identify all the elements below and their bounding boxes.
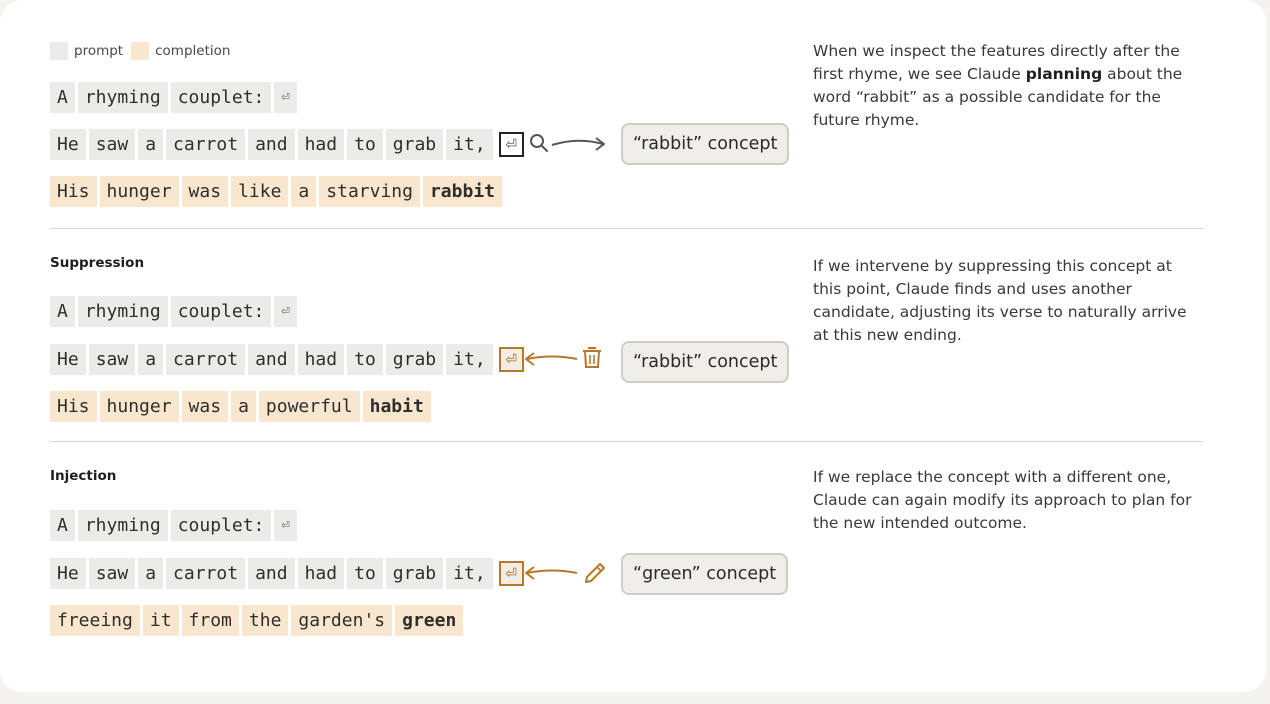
- newline-token: ⏎: [274, 82, 297, 113]
- completion-token: like: [231, 176, 289, 207]
- diagram-card: prompt completion A rhyming couplet: ⏎ H…: [0, 0, 1266, 692]
- prompt-token: it,: [446, 129, 493, 160]
- prompt-token: saw: [88, 558, 136, 589]
- completion-token: hunger: [99, 391, 179, 422]
- concept-node: “rabbit” concept: [621, 123, 790, 165]
- prompt-line-1: A rhyming couplet: ⏎: [50, 296, 300, 327]
- completion-token: powerful: [258, 391, 360, 422]
- completion-token: it: [142, 605, 179, 636]
- completion-line: His hunger was a powerful habit: [50, 391, 434, 422]
- pencil-icon: [585, 563, 605, 583]
- description-planning: When we inspect the features directly af…: [813, 40, 1203, 132]
- prompt-token: it,: [446, 558, 493, 589]
- desc-bold: planning: [1025, 65, 1103, 83]
- completion-token: His: [50, 176, 97, 207]
- newline-token: ⏎: [274, 296, 297, 327]
- prompt-token: carrot: [166, 129, 246, 160]
- prompt-token: carrot: [166, 558, 246, 589]
- legend: prompt completion: [50, 42, 238, 60]
- completion-line: freeing it from the garden's green: [50, 605, 466, 636]
- suppress-arrow: [525, 347, 601, 368]
- prompt-token: He: [50, 344, 86, 375]
- prompt-token: to: [347, 129, 383, 160]
- prompt-token: to: [347, 558, 383, 589]
- prompt-token: a: [138, 558, 164, 589]
- description-injection: If we replace the concept with a differe…: [813, 468, 1192, 532]
- prompt-token: rhyming: [77, 296, 168, 327]
- completion-token: from: [181, 605, 239, 636]
- completion-token: was: [181, 391, 229, 422]
- trash-icon: [583, 347, 601, 368]
- completion-token: was: [181, 176, 229, 207]
- rhyme-token: rabbit: [422, 176, 502, 207]
- prompt-token: had: [297, 129, 345, 160]
- prompt-token: and: [248, 344, 295, 375]
- inspect-arrow: [530, 134, 605, 152]
- concept-node: “rabbit” concept: [621, 341, 790, 383]
- completion-token: hunger: [99, 176, 179, 207]
- completion-token: starving: [319, 176, 420, 207]
- legend-prompt-label: prompt: [74, 43, 124, 59]
- section-divider: [50, 228, 1203, 229]
- prompt-token: couplet:: [170, 296, 272, 327]
- inject-arrow: [525, 563, 605, 583]
- completion-token: garden's: [291, 605, 393, 636]
- section-divider: [50, 441, 1203, 442]
- prompt-token: A: [50, 296, 75, 327]
- rhyme-token: green: [395, 605, 464, 636]
- prompt-token: A: [50, 510, 75, 541]
- completion-token: a: [291, 176, 317, 207]
- prompt-token: and: [248, 129, 295, 160]
- prompt-token: carrot: [166, 344, 246, 375]
- rhyme-token: habit: [362, 391, 431, 422]
- completion-token: the: [241, 605, 289, 636]
- prompt-token: had: [297, 558, 345, 589]
- prompt-token: grab: [385, 558, 444, 589]
- prompt-token: it,: [446, 344, 493, 375]
- prompt-token: saw: [88, 344, 136, 375]
- prompt-token: a: [138, 129, 164, 160]
- description-suppression: If we intervene by suppressing this conc…: [813, 257, 1187, 344]
- prompt-token: couplet:: [170, 510, 272, 541]
- completion-token: His: [50, 391, 97, 422]
- prompt-token: rhyming: [77, 82, 168, 113]
- prompt-token: grab: [385, 344, 444, 375]
- completion-swatch: [131, 42, 150, 60]
- prompt-token: rhyming: [77, 510, 168, 541]
- newline-token-highlighted: ⏎: [498, 347, 524, 372]
- prompt-line-2: He saw a carrot and had to grab it, ⏎: [50, 344, 524, 375]
- section-heading-suppression: Suppression: [50, 255, 145, 271]
- prompt-line-1: A rhyming couplet: ⏎: [50, 82, 300, 113]
- newline-token-highlighted: ⏎: [498, 561, 524, 586]
- newline-token: ⏎: [274, 510, 297, 541]
- prompt-line-2: He saw a carrot and had to grab it, ⏎: [50, 129, 524, 160]
- legend-completion-label: completion: [155, 43, 231, 59]
- completion-token: a: [231, 391, 256, 422]
- prompt-token: He: [50, 129, 86, 160]
- prompt-line-2: He saw a carrot and had to grab it, ⏎: [50, 558, 524, 589]
- prompt-line-1: A rhyming couplet: ⏎: [50, 510, 300, 541]
- completion-line: His hunger was like a starving rabbit: [50, 176, 505, 207]
- prompt-token: grab: [385, 129, 444, 160]
- search-icon: [530, 134, 548, 152]
- prompt-token: saw: [88, 129, 136, 160]
- prompt-token: to: [347, 344, 383, 375]
- prompt-token: couplet:: [170, 82, 272, 113]
- prompt-token: had: [297, 344, 345, 375]
- newline-token-highlighted: ⏎: [498, 132, 524, 157]
- prompt-token: He: [50, 558, 86, 589]
- prompt-swatch: [50, 42, 68, 60]
- section-heading-injection: Injection: [50, 468, 117, 484]
- prompt-token: A: [50, 82, 75, 113]
- prompt-token: a: [138, 344, 164, 375]
- prompt-token: and: [248, 558, 295, 589]
- concept-node: “green” concept: [621, 553, 789, 595]
- completion-token: freeing: [50, 605, 140, 636]
